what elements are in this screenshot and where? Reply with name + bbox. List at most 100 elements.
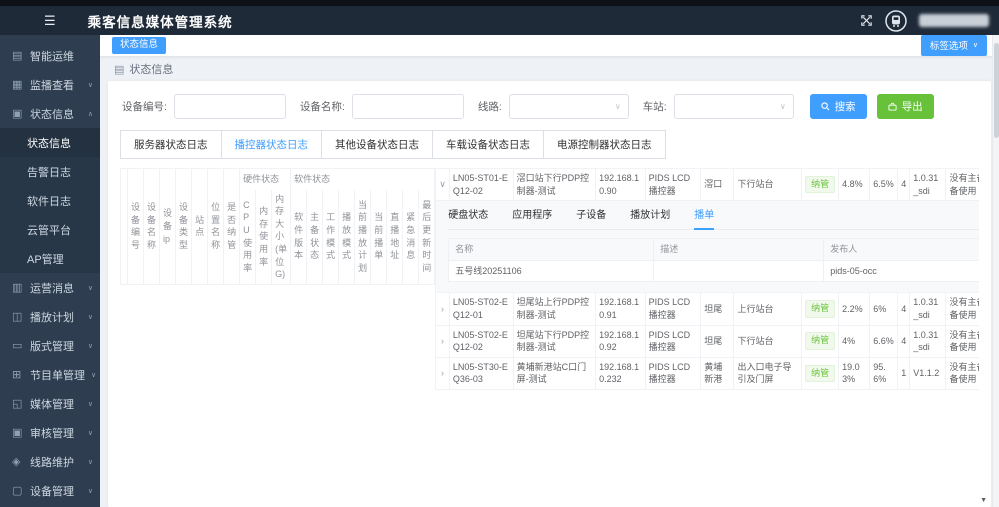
sidebar-item-line-maintenance[interactable]: ◈ 线路维护 ∨: [0, 447, 100, 476]
station-select[interactable]: ∨: [674, 94, 794, 119]
sidebar-subitem-cloud-platform[interactable]: 云管平台: [0, 215, 100, 244]
export-icon: [888, 102, 897, 111]
device-name-label: 设备名称:: [300, 99, 345, 114]
sidebar-item-device-mgmt[interactable]: ▢ 设备管理 ∨: [0, 476, 100, 505]
user-name-redacted[interactable]: [919, 14, 989, 27]
sidebar-item-status-info[interactable]: ▣ 状态信息 ∧: [0, 99, 100, 128]
vertical-scrollbar[interactable]: [992, 35, 999, 507]
cell-sw-version: 1.0.31_sdi: [910, 325, 946, 357]
col-mem: 内存使用率: [256, 189, 272, 284]
sidebar-subitem-software-log[interactable]: 软件日志: [0, 186, 100, 215]
search-button[interactable]: 搜索: [810, 94, 867, 119]
sidebar-item-audit-mgmt[interactable]: ▣ 审核管理 ∨: [0, 418, 100, 447]
expand-row-icon[interactable]: ›: [441, 303, 444, 316]
tab-other-device-status-log[interactable]: 其他设备状态日志: [321, 130, 433, 159]
detail-tab-sub-devices[interactable]: 子设备: [576, 209, 606, 229]
cell-mem: 6.6%: [870, 325, 898, 357]
scroll-down-icon[interactable]: ▼: [980, 497, 987, 504]
export-button[interactable]: 导出: [877, 94, 934, 119]
table-row: ∨ LN05-ST01-EQ12-02 滘口站下行PDP控制器-测试 192.1…: [436, 169, 979, 201]
detail-tab-play-plan[interactable]: 播放计划: [630, 209, 670, 229]
col-device-id: 设备编号: [128, 169, 144, 285]
sidebar-item-smart-ops[interactable]: ▤ 智能运维: [0, 41, 100, 70]
detail-tab-playlist[interactable]: 播单: [694, 209, 714, 230]
station-label: 车站:: [643, 99, 667, 114]
device-name-input[interactable]: [352, 94, 464, 119]
sidebar-subitem-status-info[interactable]: 状态信息: [0, 128, 100, 157]
cell-station: 坦尾: [701, 325, 734, 357]
sidebar-item-play-plan[interactable]: ◫ 播放计划 ∨: [0, 302, 100, 331]
cell-station: 坦尾: [701, 293, 734, 325]
fullscreen-icon[interactable]: [860, 14, 873, 27]
col-memsize: 内存大小(单位G): [272, 189, 291, 284]
chevron-down-icon: ∨: [88, 458, 93, 466]
content-area: 状态信息 标签选项 ∨ ▤ 状态信息 设备编号: 设备名称: 线路:: [100, 35, 999, 507]
sidebar-nav: ▤ 智能运维 ▦ 监播查看 ∨ ▣ 状态信息 ∧ 状态信息 告警日志 软件日志 …: [0, 35, 100, 507]
cell-cpu: 2.2%: [839, 293, 870, 325]
table-row: › LN05-ST30-EQ36-03 黄埔新港站C口门屏-测试 192.168…: [436, 357, 979, 389]
cell-device-type: PIDS LCD 播控器: [645, 293, 701, 325]
sidebar-item-label: 版式管理: [30, 338, 74, 354]
tab-vehicle-device-status-log[interactable]: 车载设备状态日志: [432, 130, 544, 159]
chevron-down-icon: ∨: [615, 102, 621, 111]
search-icon: [821, 102, 830, 111]
page-title: 状态信息: [129, 61, 173, 77]
tab-controller-status-log[interactable]: 播控器状态日志: [221, 130, 323, 159]
cell-device-id: LN05-ST02-EQ12-02: [449, 325, 513, 357]
sidebar-item-program-mgmt[interactable]: ⊞ 节目单管理 ∨: [0, 360, 100, 389]
line-maintenance-icon: ◈: [12, 455, 24, 468]
playlist-subtable: 名称 描述 发布人 开始时间 结束时间 更新时间: [448, 238, 979, 282]
col-master-status: 主备状态: [307, 189, 323, 284]
status-table-container: 设备编号 设备名称 设备ip 设备类型 站点 位置名称 是否纳管 硬件状态 软件…: [120, 168, 979, 499]
tab-power-controller-status-log[interactable]: 电源控制器状态日志: [543, 130, 666, 159]
managed-badge: 纳管: [805, 332, 835, 350]
expand-row-icon[interactable]: ›: [441, 335, 444, 348]
cell-master-status: 没有主备设备使用: [946, 325, 979, 357]
layout-mgmt-icon: ▭: [12, 339, 24, 352]
monitor-view-icon: ▦: [12, 78, 24, 91]
col-location: 位置名称: [208, 169, 224, 285]
user-avatar-train-icon[interactable]: [885, 10, 907, 32]
cell-device-ip: 192.168.10.92: [596, 325, 646, 357]
sidebar-subitem-alarm-log[interactable]: 告警日志: [0, 157, 100, 186]
device-id-input[interactable]: [174, 94, 286, 119]
cell-managed: 纳管: [802, 357, 839, 389]
detail-tab-applications[interactable]: 应用程序: [512, 209, 552, 229]
line-select[interactable]: ∨: [509, 94, 629, 119]
subcell-desc: [654, 260, 824, 282]
cell-sw-version: 1.0.31_sdi: [910, 169, 946, 201]
sidebar-item-label: 线路维护: [30, 454, 74, 470]
cell-location: 上行站台: [734, 293, 802, 325]
breadcrumb-grid-icon: ▤: [114, 63, 124, 76]
cell-device-name: 滘口站下行PDP控制器-测试: [513, 169, 595, 201]
sidebar-item-layout-mgmt[interactable]: ▭ 版式管理 ∨: [0, 331, 100, 360]
detail-tab-disk-status[interactable]: 硬盘状态: [448, 209, 488, 229]
subtable-row: 五号线20251106 pids-05-occ 2025-11-05 03:00…: [449, 260, 979, 282]
hamburger-menu-icon[interactable]: ☰: [44, 14, 56, 27]
log-type-tabs: 服务器状态日志 播控器状态日志 其他设备状态日志 车载设备状态日志 电源控制器状…: [120, 130, 979, 159]
sidebar-subitem-ap-management[interactable]: AP管理: [0, 244, 100, 273]
subcell-name: 五号线20251106: [449, 260, 654, 282]
expand-row-icon[interactable]: ›: [441, 367, 444, 380]
sidebar-item-monitor-view[interactable]: ▦ 监播查看 ∨: [0, 70, 100, 99]
app-header: ☰ 乘客信息媒体管理系统: [0, 6, 999, 35]
program-mgmt-icon: ⊞: [12, 368, 24, 381]
subtable-header-row: 名称 描述 发布人 开始时间 结束时间 更新时间: [449, 239, 979, 261]
device-mgmt-icon: ▢: [12, 484, 24, 497]
active-tag-chip[interactable]: 状态信息: [112, 37, 166, 53]
collapse-row-icon[interactable]: ∨: [439, 178, 446, 191]
media-mgmt-icon: ◱: [12, 397, 24, 410]
sidebar-item-ops-message[interactable]: ▥ 运营消息 ∨: [0, 273, 100, 302]
scrollbar-thumb[interactable]: [994, 43, 999, 138]
subcell-publisher: pids-05-occ: [824, 260, 979, 282]
cell-memsize: 4: [898, 325, 910, 357]
sidebar-item-media-mgmt[interactable]: ◱ 媒体管理 ∨: [0, 389, 100, 418]
tab-server-status-log[interactable]: 服务器状态日志: [120, 130, 222, 159]
cell-master-status: 没有主备设备使用: [946, 293, 979, 325]
cell-sw-version: V1.1.2: [910, 357, 946, 389]
subcol-desc: 描述: [654, 239, 824, 261]
cell-mem: 6.5%: [870, 169, 898, 201]
tag-options-button[interactable]: 标签选项 ∨: [921, 35, 987, 56]
play-plan-icon: ◫: [12, 310, 24, 323]
cell-device-id: LN05-ST01-EQ12-02: [449, 169, 513, 201]
